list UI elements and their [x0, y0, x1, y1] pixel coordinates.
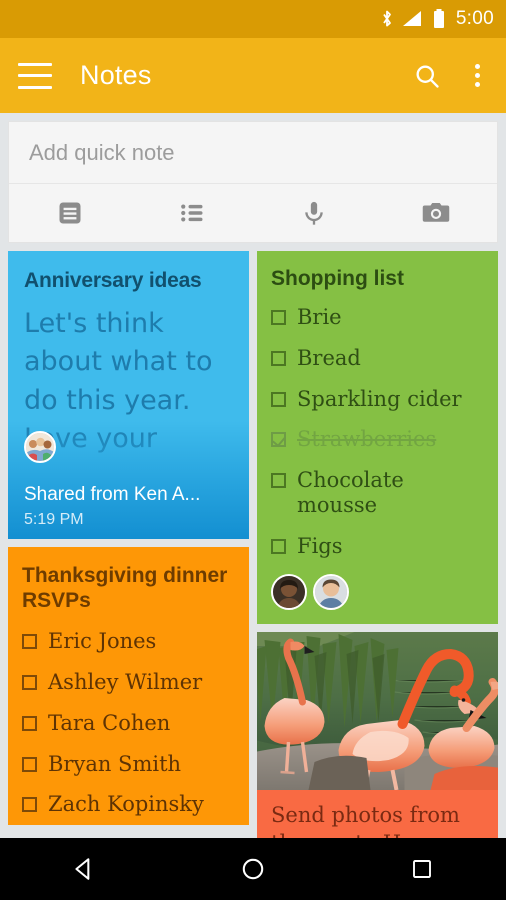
list-item-label: Chocolate mousse	[297, 468, 404, 517]
recents-square-icon[interactable]	[377, 838, 467, 900]
list-item-label: Strawberries	[297, 427, 437, 452]
checkbox-unchecked-icon[interactable]	[271, 473, 286, 489]
list-item[interactable]: Ashley Wilmer	[22, 670, 235, 695]
text-note-icon[interactable]	[9, 199, 131, 227]
checkbox-unchecked-icon[interactable]	[22, 756, 37, 772]
list-item-label: Bread	[297, 345, 361, 370]
quick-note-composer: Add quick note	[8, 121, 498, 243]
bluetooth-icon	[380, 9, 394, 29]
avatar-person-1[interactable]	[271, 574, 307, 611]
quick-note-toolbar	[9, 184, 497, 242]
note-share-meta: Shared from Ken A... 5:19 PM	[24, 484, 239, 529]
list-item[interactable]: Brie	[271, 305, 484, 330]
group-avatar	[24, 431, 56, 463]
quick-note-placeholder: Add quick note	[29, 139, 175, 165]
back-triangle-icon[interactable]	[39, 838, 129, 900]
home-circle-icon[interactable]	[208, 838, 298, 900]
note-card-shopping-list[interactable]: Shopping list Brie Bread Sparkling cider…	[257, 251, 498, 625]
checklist-icon[interactable]	[131, 199, 253, 227]
checkbox-unchecked-icon[interactable]	[22, 675, 37, 691]
notes-column-right: Shopping list Brie Bread Sparkling cider…	[257, 251, 498, 842]
note-caption: Send photos from the zoo to Harry	[271, 803, 460, 842]
list-item[interactable]: Bryan Smith	[22, 752, 235, 777]
page-title: Notes	[80, 60, 152, 90]
list-item-label: Brie	[297, 305, 342, 329]
note-body: Let's think about what to do this year. …	[24, 308, 213, 454]
list-item[interactable]: Zach Kopinsky	[22, 792, 235, 817]
checkbox-unchecked-icon[interactable]	[22, 634, 37, 650]
note-card-zoo-photos[interactable]: Send photos from the zoo to Harry	[257, 632, 498, 842]
notes-scroll-area[interactable]: Anniversary ideas Let's think about what…	[0, 251, 506, 842]
list-item[interactable]: Tara Cohen	[22, 711, 235, 736]
flamingos-photo	[257, 632, 498, 791]
quick-note-input[interactable]: Add quick note	[9, 122, 497, 184]
checkbox-unchecked-icon[interactable]	[22, 797, 37, 813]
note-card-anniversary-ideas[interactable]: Anniversary ideas Let's think about what…	[8, 251, 249, 539]
note-title: Thanksgiving dinner RSVPs	[22, 564, 228, 613]
list-item-label: Zach Kopinsky	[48, 792, 204, 817]
list-item-label: Eric Jones	[48, 629, 157, 654]
signal-icon	[402, 9, 424, 29]
notes-column-left: Anniversary ideas Let's think about what…	[8, 251, 249, 825]
notes-grid: Anniversary ideas Let's think about what…	[0, 251, 506, 842]
app-bar: Notes	[0, 38, 506, 113]
note-title: Anniversary ideas	[24, 269, 202, 292]
checkbox-unchecked-icon[interactable]	[271, 391, 286, 407]
list-item[interactable]: Sparkling cider	[271, 387, 484, 412]
list-item[interactable]: Figs	[271, 534, 484, 559]
list-item[interactable]: Chocolate mousse	[271, 468, 484, 518]
android-navigation-bar	[0, 838, 506, 900]
search-icon[interactable]	[413, 62, 441, 90]
status-bar: 5:00	[0, 0, 506, 38]
avatar-person-2[interactable]	[313, 574, 349, 611]
notes-app-screen: 5:00 Notes Add quick note Anniversary id…	[0, 0, 506, 900]
list-item-label: Sparkling cider	[297, 386, 462, 411]
overflow-menu-icon[interactable]	[467, 60, 488, 91]
checkbox-unchecked-icon[interactable]	[22, 715, 37, 731]
battery-icon	[432, 8, 446, 30]
hamburger-menu-icon[interactable]	[18, 62, 52, 89]
note-title: Shopping list	[271, 267, 404, 290]
checkbox-unchecked-icon[interactable]	[271, 350, 286, 366]
list-item[interactable]: Bread	[271, 346, 484, 371]
camera-icon[interactable]	[375, 198, 497, 228]
list-item-label: Tara Cohen	[48, 710, 171, 735]
microphone-icon[interactable]	[253, 199, 375, 227]
collaborator-avatars	[271, 574, 484, 611]
checkbox-checked-icon[interactable]	[271, 432, 286, 448]
status-bar-clock: 5:00	[455, 8, 494, 29]
app-bar-actions	[413, 60, 488, 91]
checkbox-unchecked-icon[interactable]	[271, 310, 286, 325]
list-item[interactable]: Eric Jones	[22, 629, 235, 654]
note-timestamp: 5:19 PM	[24, 511, 84, 528]
note-shared-from: Shared from Ken A...	[24, 484, 201, 506]
list-item-label: Figs	[297, 533, 343, 558]
note-card-thanksgiving-rsvps[interactable]: Thanksgiving dinner RSVPs Eric Jones Ash…	[8, 547, 249, 825]
checkbox-unchecked-icon[interactable]	[271, 538, 286, 554]
list-item[interactable]: Strawberries	[271, 427, 484, 452]
list-item-label: Bryan Smith	[48, 751, 182, 776]
list-item-label: Ashley Wilmer	[48, 670, 203, 695]
